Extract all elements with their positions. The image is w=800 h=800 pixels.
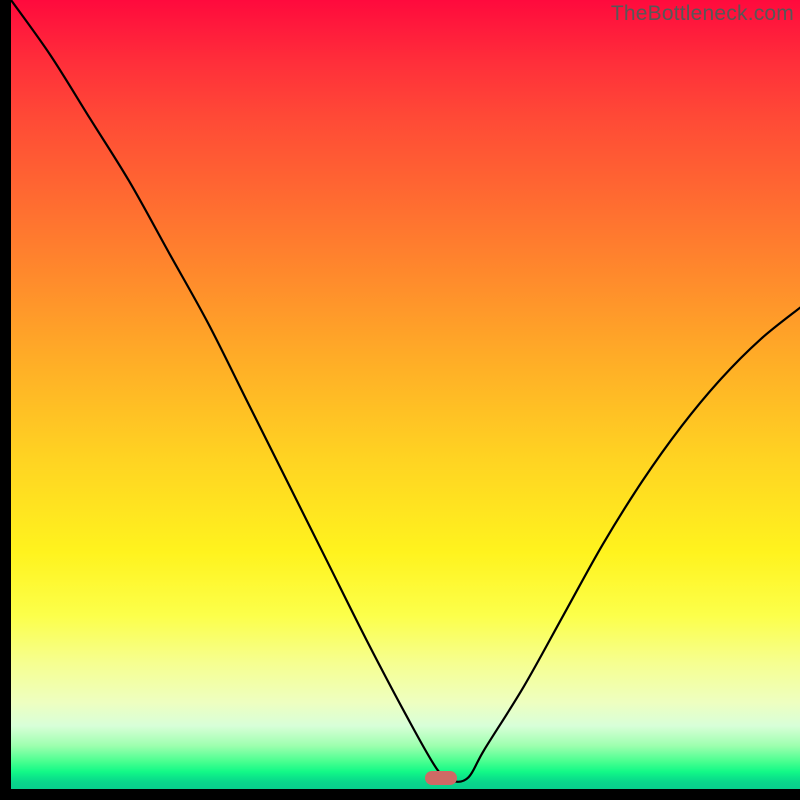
watermark-text: TheBottleneck.com [611,2,794,26]
plot-area [11,0,800,789]
chart-frame: TheBottleneck.com [11,0,800,789]
bottleneck-curve [11,0,800,789]
optimal-marker [425,771,457,785]
